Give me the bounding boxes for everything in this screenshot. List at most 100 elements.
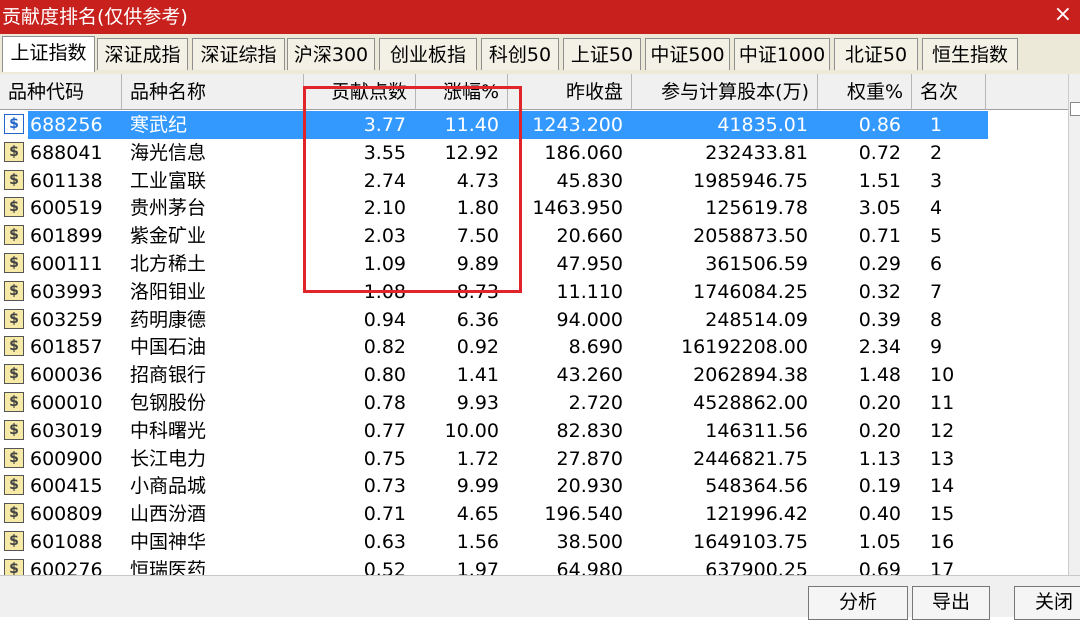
table-row[interactable]: $600809 山西汾酒 0.71 4.65 196.540 121996.42 0.40 1…: [0, 500, 1068, 528]
table-row[interactable]: $688041 海光信息 3.55 12.92 186.060 232433.81 0.72…: [0, 139, 1068, 167]
tab-2[interactable]: 深证综指: [192, 38, 285, 70]
col-shares-cell: 232433.81: [705, 141, 808, 164]
col-contribution-cell: 3.77: [363, 114, 406, 136]
col-rank-cell: 8: [930, 308, 943, 331]
col-contribution-cell: 0.78: [363, 392, 406, 414]
table-row[interactable]: $600276 恒瑞医药 0.52 1.97 64.980 637900.25 0.69 17: [0, 556, 1068, 575]
table-row[interactable]: $601899 紫金矿业 2.03 7.50 20.660 2058873.50 0.71 5: [0, 222, 1068, 250]
col-weight-cell: 0.69: [858, 558, 901, 575]
stock-dollar-icon: $: [4, 475, 24, 496]
col-name-cell: 长江电力: [130, 447, 207, 470]
col-rank-cell: 6: [930, 253, 943, 275]
col-prev-close-cell: 20.660: [556, 225, 623, 248]
col-shares-cell: 121996.42: [705, 503, 808, 526]
col-prev-close-cell: 196.540: [544, 503, 623, 526]
col-prev-close-cell: 45.830: [556, 169, 623, 192]
col-change-pct-cell: 1.41: [456, 364, 499, 387]
col-code-header[interactable]: 品种代码: [0, 74, 122, 110]
stock-dollar-icon: $: [4, 280, 24, 301]
col-change-pct-cell: 12.92: [444, 141, 499, 164]
stock-dollar-icon: $: [4, 364, 24, 385]
col-weight-cell: 0.29: [858, 253, 901, 275]
col-code-cell: 603993: [30, 280, 103, 303]
vertical-scrollbar[interactable]: [1068, 74, 1080, 575]
close-button[interactable]: 关闭: [1014, 586, 1080, 620]
col-change-pct-cell: 4.65: [456, 503, 499, 526]
col-shares-cell: 2058873.50: [693, 225, 808, 248]
table-row[interactable]: $603259 药明康德 0.94 6.36 94.000 248514.09 0.39 8: [0, 306, 1068, 334]
col-change-pct-cell: 8.73: [456, 280, 499, 303]
col-shares-cell: 1985946.75: [693, 169, 808, 192]
col-prev-close-cell: 2.720: [568, 392, 623, 414]
stock-dollar-icon: $: [4, 419, 24, 440]
tab-1[interactable]: 深证成指: [97, 38, 188, 70]
col-weight-cell: 0.86: [858, 114, 901, 136]
col-code-cell: 600010: [30, 392, 103, 414]
col-code-cell: 603259: [30, 308, 103, 331]
col-weight-cell: 1.51: [858, 169, 901, 192]
stock-dollar-icon: $: [4, 169, 24, 190]
col-contribution-cell: 0.75: [363, 447, 406, 470]
tab-10[interactable]: 恒生指数: [922, 38, 1018, 70]
tab-9[interactable]: 北证50: [834, 38, 918, 70]
col-weight-cell: 0.20: [858, 392, 901, 414]
col-code-cell: 600900: [30, 447, 103, 470]
col-contribution-header[interactable]: 贡献点数: [304, 74, 416, 110]
col-weight-cell: 2.34: [858, 336, 901, 359]
scroll-up-arrow-icon[interactable]: [1070, 102, 1080, 116]
col-shares-cell: 361506.59: [705, 253, 808, 275]
tab-6[interactable]: 上证50: [563, 38, 641, 70]
window-title: 贡献度排名(仅供参考): [2, 6, 188, 28]
col-prev-close-cell: 1463.950: [532, 197, 623, 220]
tab-5[interactable]: 科创50: [481, 38, 559, 70]
table-row[interactable]: $600900 长江电力 0.75 1.72 27.870 2446821.75 1.13 1…: [0, 445, 1068, 473]
col-code-cell: 601857: [30, 336, 103, 359]
table-row[interactable]: $603019 中科曙光 0.77 10.00 82.830 146311.56 0.20 1…: [0, 417, 1068, 445]
tab-8[interactable]: 中证1000: [734, 38, 830, 70]
table-row[interactable]: $600415 小商品城 0.73 9.99 20.930 548364.56 0.19 14: [0, 472, 1068, 500]
col-weight-cell: 0.39: [858, 308, 901, 331]
col-name-cell: 紫金矿业: [130, 225, 207, 248]
table-row[interactable]: $688256 寒武纪 3.77 11.40 1243.200 41835.01 0.86 1: [0, 111, 1068, 139]
col-weight-cell: 0.40: [858, 503, 901, 526]
tab-0[interactable]: 上证指数: [2, 36, 95, 72]
stock-dollar-icon: $: [4, 253, 24, 273]
table-row[interactable]: $600036 招商银行 0.80 1.41 43.260 2062894.38 1.48 1…: [0, 361, 1068, 389]
stock-dollar-icon: $: [4, 447, 24, 468]
tab-3[interactable]: 沪深300: [287, 38, 375, 70]
col-contribution-cell: 0.63: [363, 531, 406, 553]
table-row[interactable]: $601857 中国石油 0.82 0.92 8.690 16192208.00 2.34 9: [0, 333, 1068, 361]
tab-4[interactable]: 创业板指: [379, 38, 477, 70]
col-rank-cell: 7: [930, 280, 943, 303]
table-row[interactable]: $603993 洛阳钼业 1.08 8.73 11.110 1746084.25 0.32 7: [0, 278, 1068, 306]
close-icon[interactable]: ×: [1054, 2, 1072, 28]
col-name-cell: 北方稀土: [130, 253, 207, 275]
col-rank-cell: 11: [930, 392, 955, 414]
col-prev-close-cell: 82.830: [556, 419, 623, 442]
col-weight-header[interactable]: 权重%: [818, 74, 912, 110]
col-name-cell: 洛阳钼业: [130, 280, 207, 303]
stock-dollar-icon: $: [4, 503, 24, 524]
col-name-cell: 寒武纪: [130, 114, 188, 136]
col-prev-close-header[interactable]: 昨收盘: [508, 74, 632, 110]
col-rank-cell: 9: [930, 336, 943, 359]
col-change-pct-cell: 1.56: [456, 531, 499, 553]
col-shares-header[interactable]: 参与计算股本(万): [632, 74, 818, 110]
export-button[interactable]: 导出: [912, 586, 990, 620]
col-prev-close-cell: 38.500: [556, 531, 623, 553]
analyze-button[interactable]: 分析: [808, 586, 908, 620]
col-shares-cell: 1649103.75: [693, 531, 808, 553]
col-contribution-cell: 0.80: [363, 364, 406, 387]
tab-7[interactable]: 中证500: [645, 38, 730, 70]
col-code-cell: 601138: [30, 169, 103, 192]
col-weight-cell: 0.72: [858, 141, 901, 164]
table-row[interactable]: $601088 中国神华 0.63 1.56 38.500 1649103.75 1.05 1…: [0, 528, 1068, 556]
table-row[interactable]: $600519 贵州茅台 2.10 1.80 1463.950 125619.78 3.05…: [0, 194, 1068, 222]
col-rank-header[interactable]: 名次: [912, 74, 986, 110]
col-code-cell: 600036: [30, 364, 103, 387]
table-row[interactable]: $601138 工业富联 2.74 4.73 45.830 1985946.75 1.51 3: [0, 167, 1068, 195]
col-change-pct-header[interactable]: 涨幅%: [416, 74, 508, 110]
table-row[interactable]: $600010 包钢股份 0.78 9.93 2.720 4528862.00 0.20 11: [0, 389, 1068, 417]
table-row[interactable]: $600111 北方稀土 1.09 9.89 47.950 361506.59 0.29 6: [0, 250, 1068, 278]
col-name-header[interactable]: 品种名称: [122, 74, 304, 110]
